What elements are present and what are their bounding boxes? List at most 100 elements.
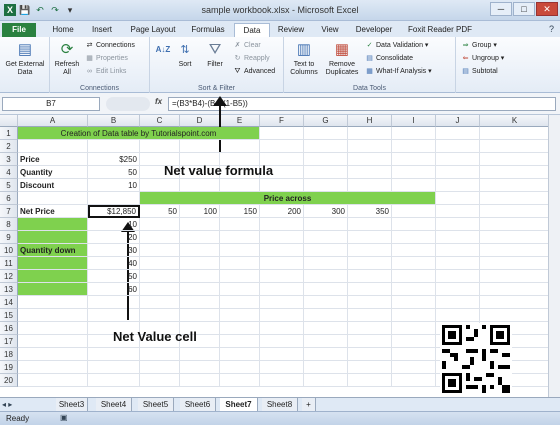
grid-cell[interactable]	[392, 283, 436, 296]
grid-cell[interactable]	[392, 127, 436, 140]
row-header-11[interactable]: 11	[0, 257, 18, 270]
row-header-7[interactable]: 7	[0, 205, 18, 218]
cell-quantity-label[interactable]: Quantity	[18, 166, 88, 179]
grid-cell[interactable]	[18, 140, 88, 153]
grid-cell[interactable]	[480, 205, 550, 218]
grid-cell[interactable]	[348, 179, 392, 192]
text-to-columns-button[interactable]: ▥ Text to Columns	[286, 40, 322, 77]
grid-cell[interactable]	[304, 244, 348, 257]
cell-price-across-value[interactable]: 350	[348, 205, 392, 218]
grid-cell[interactable]	[140, 218, 180, 231]
grid-cell[interactable]	[220, 361, 260, 374]
grid-cell[interactable]	[392, 231, 436, 244]
grid-cell[interactable]	[480, 140, 550, 153]
grid-cell[interactable]	[260, 283, 304, 296]
cell-quantity-value[interactable]: 50	[88, 166, 140, 179]
close-button[interactable]: ✕	[536, 2, 558, 16]
grid-cell[interactable]	[436, 192, 480, 205]
cell-discount-value[interactable]: 10	[88, 179, 140, 192]
grid-cell[interactable]	[480, 231, 550, 244]
grid-cell[interactable]	[392, 244, 436, 257]
grid-cell[interactable]	[304, 231, 348, 244]
grid-cell[interactable]	[88, 374, 140, 387]
grid-cell[interactable]	[304, 348, 348, 361]
grid-cell[interactable]	[260, 231, 304, 244]
row-header-20[interactable]: 20	[0, 374, 18, 387]
grid-cell[interactable]	[220, 257, 260, 270]
grid-cell[interactable]	[304, 374, 348, 387]
grid-cell[interactable]	[436, 257, 480, 270]
grid-cell[interactable]	[304, 218, 348, 231]
grid-cell[interactable]	[480, 270, 550, 283]
tab-data[interactable]: Data	[234, 23, 270, 37]
cell-price-across-value[interactable]: 100	[180, 205, 220, 218]
grid-cell[interactable]	[304, 296, 348, 309]
grid-cell[interactable]	[392, 205, 436, 218]
grid-cell[interactable]	[392, 296, 436, 309]
grid-cell[interactable]	[140, 140, 180, 153]
grid-cell[interactable]	[18, 192, 88, 205]
consolidate-button[interactable]: ▤ Consolidate	[364, 53, 413, 64]
sheet-tab-sheet5[interactable]: Sheet5	[138, 398, 174, 411]
sort-a-z-button[interactable]: A↓Z	[154, 40, 172, 61]
sheet-nav-icon[interactable]: ◂ ▸	[2, 398, 12, 411]
grid-cell[interactable]	[180, 257, 220, 270]
grid-cell[interactable]	[18, 322, 88, 335]
grid-cell[interactable]	[348, 270, 392, 283]
grid-cell[interactable]	[480, 257, 550, 270]
insert-function-icon[interactable]: fx	[155, 97, 162, 106]
row-header-4[interactable]: 4	[0, 166, 18, 179]
grid-cell[interactable]	[392, 166, 436, 179]
grid-cell[interactable]	[18, 374, 88, 387]
grid-cell[interactable]	[18, 335, 88, 348]
grid-cell[interactable]	[140, 309, 180, 322]
grid-cell[interactable]	[348, 218, 392, 231]
grid-cell[interactable]	[304, 270, 348, 283]
column-header-j[interactable]: J	[436, 115, 480, 127]
grid-cell[interactable]	[180, 244, 220, 257]
cell-title[interactable]: Creation of Data table by Tutorialspoint…	[18, 127, 260, 140]
subtotal-button[interactable]: ▤ Subtotal	[460, 66, 498, 77]
grid-cell[interactable]	[180, 179, 220, 192]
grid-cell[interactable]	[260, 335, 304, 348]
data-validation-button[interactable]: ✓ Data Validation ▾	[364, 40, 429, 51]
row-header-15[interactable]: 15	[0, 309, 18, 322]
column-header-d[interactable]: D	[180, 115, 220, 127]
grid-cell[interactable]	[220, 374, 260, 387]
grid-cell[interactable]	[392, 140, 436, 153]
grid-cell[interactable]	[140, 179, 180, 192]
grid-cell[interactable]	[436, 296, 480, 309]
column-header-h[interactable]: H	[348, 115, 392, 127]
cell-price-across-value[interactable]: 200	[260, 205, 304, 218]
grid-cell[interactable]	[436, 218, 480, 231]
get-external-data-button[interactable]: ▤ Get External Data	[2, 40, 48, 77]
macro-record-icon[interactable]: ▣	[60, 413, 68, 422]
grid-cell[interactable]	[88, 309, 140, 322]
grid-cell[interactable]	[220, 218, 260, 231]
maximize-button[interactable]: □	[513, 2, 535, 16]
tab-insert[interactable]: Insert	[84, 23, 120, 37]
grid-cell[interactable]	[304, 140, 348, 153]
cell-price-across-value[interactable]: 300	[304, 205, 348, 218]
grid-cell[interactable]	[220, 309, 260, 322]
grid-cell[interactable]	[436, 270, 480, 283]
column-header-c[interactable]: C	[140, 115, 180, 127]
grid-cell[interactable]	[348, 127, 392, 140]
grid-cell[interactable]	[348, 166, 392, 179]
row-header-3[interactable]: 3	[0, 153, 18, 166]
grid-cell[interactable]	[88, 361, 140, 374]
cell-price-label[interactable]: Price	[18, 153, 88, 166]
grid-cell[interactable]	[260, 309, 304, 322]
grid-cell[interactable]	[88, 192, 140, 205]
tab-developer[interactable]: Developer	[350, 23, 398, 37]
cell-quantity-down-value[interactable]: 20	[88, 231, 140, 244]
vertical-scrollbar[interactable]	[548, 115, 560, 397]
grid-cell[interactable]	[436, 153, 480, 166]
column-header-g[interactable]: G	[304, 115, 348, 127]
grid-cell[interactable]	[436, 140, 480, 153]
sheet-tab-sheet4[interactable]: Sheet4	[96, 398, 132, 411]
group-button[interactable]: ⇒ Group ▾	[460, 40, 497, 51]
grid-cell[interactable]	[140, 270, 180, 283]
grid-cell[interactable]	[392, 309, 436, 322]
grid-cell[interactable]	[348, 335, 392, 348]
